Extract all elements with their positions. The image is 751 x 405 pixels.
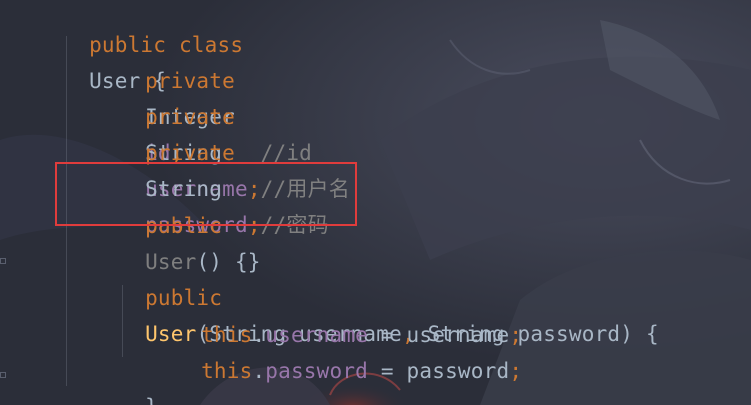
code-line-4: private String password;//密码 — [68, 99, 329, 237]
code-line-3: private String username;//用户名 — [68, 63, 350, 201]
keyword-token: this — [201, 359, 253, 383]
code-lines: public class User { private Integer id; … — [0, 0, 751, 405]
field-token: password — [265, 359, 369, 383]
code-line-8: this.password = password; — [124, 317, 522, 383]
dot-token: . — [252, 359, 266, 383]
brace-token: } — [145, 395, 158, 405]
code-line-6: public User(String username, String pass… — [68, 244, 659, 346]
comment-token: //用户名 — [260, 177, 350, 201]
fold-marker-icon[interactable] — [0, 258, 6, 264]
assignment-token: = password — [368, 359, 510, 383]
semicolon-token: ; — [509, 359, 523, 383]
comment-token: //id — [260, 141, 313, 165]
code-line-5: public User() {} — [68, 172, 261, 274]
semicolon-token: ; — [247, 213, 261, 237]
code-line-9: } — [68, 353, 158, 405]
fold-marker-icon[interactable] — [0, 372, 6, 378]
code-line-2: private Integer id; //id — [68, 27, 312, 165]
comment-token: //密码 — [260, 213, 329, 237]
keyword-token: public — [145, 214, 223, 238]
code-line-7: this.username = username; — [124, 281, 522, 347]
code-line-1: public class User { — [12, 0, 243, 93]
keyword-token: private — [145, 141, 235, 165]
code-editor[interactable]: public class User { private Integer id; … — [0, 0, 751, 405]
